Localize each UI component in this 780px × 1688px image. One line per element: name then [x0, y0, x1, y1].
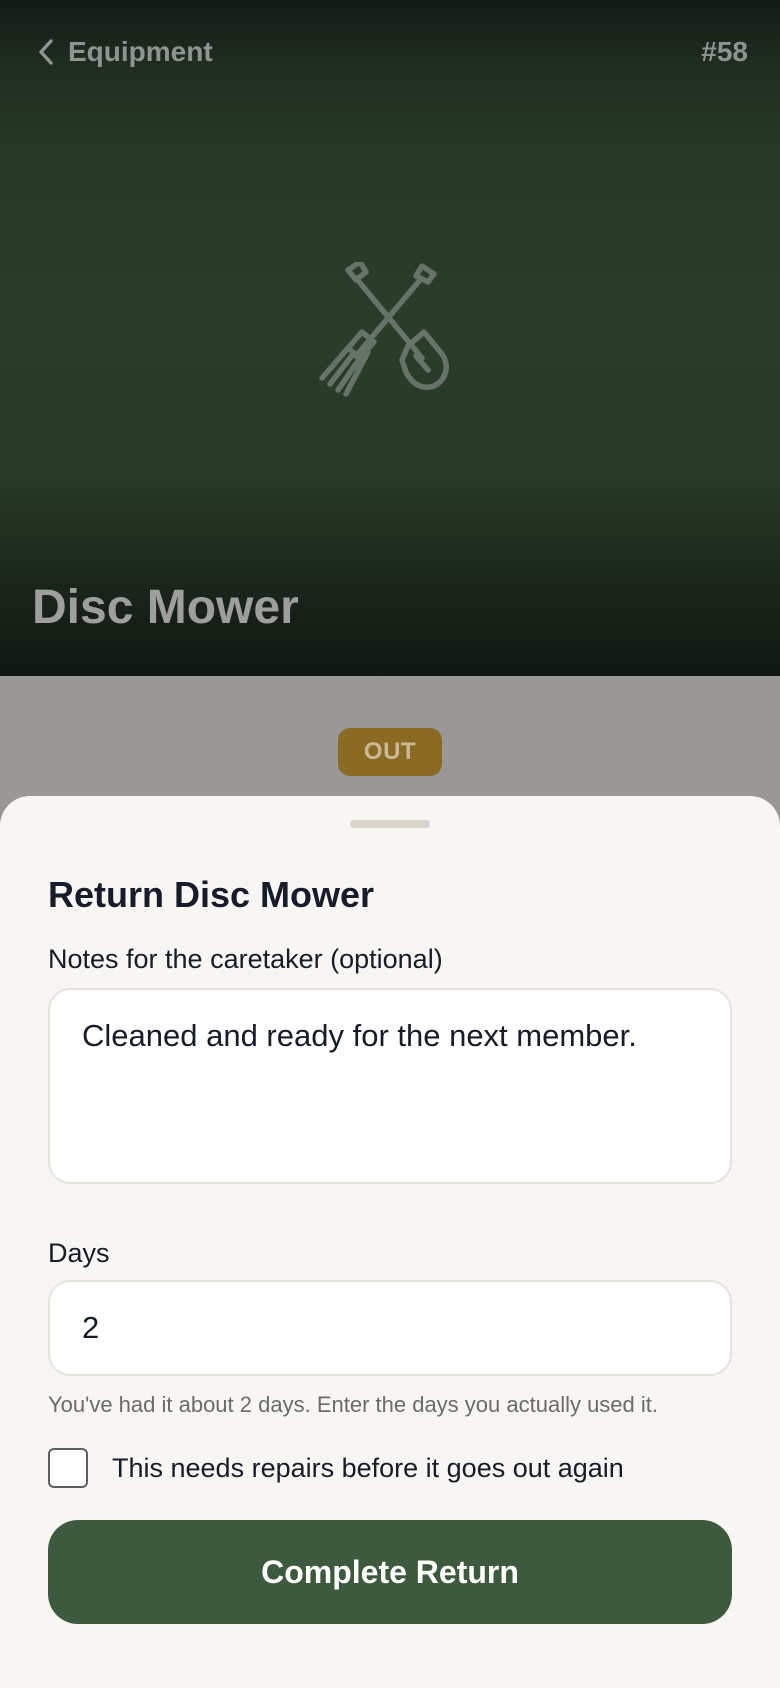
- hero-header: Equipment #58 Disc Mower: [0, 0, 780, 676]
- repairs-checkbox[interactable]: [48, 1448, 88, 1488]
- equipment-detail-screen: Equipment #58 Disc Mower OUT Return Disc…: [0, 0, 780, 1688]
- sheet-title: Return Disc Mower: [48, 874, 375, 915]
- repairs-option[interactable]: This needs repairs before it goes out ag…: [48, 1448, 624, 1488]
- sheet-drag-handle[interactable]: [350, 820, 430, 828]
- status-badge: OUT: [338, 728, 442, 776]
- notes-textarea[interactable]: Cleaned and ready for the next member.: [48, 988, 732, 1184]
- repairs-label: This needs repairs before it goes out ag…: [112, 1452, 624, 1483]
- item-number: #58: [701, 36, 748, 67]
- days-input[interactable]: [48, 1280, 732, 1376]
- days-hint: You've had it about 2 days. Enter the da…: [48, 1392, 659, 1417]
- days-label: Days: [48, 1238, 110, 1268]
- notes-label: Notes for the caretaker (optional): [48, 944, 443, 974]
- equipment-title: Disc Mower: [32, 581, 299, 634]
- back-button[interactable]: Equipment: [36, 30, 213, 74]
- return-bottom-sheet: Return Disc Mower Notes for the caretake…: [0, 796, 780, 1688]
- back-label: Equipment: [68, 36, 213, 67]
- crossed-fork-and-shovel-icon: [316, 259, 466, 412]
- complete-return-button[interactable]: Complete Return: [48, 1520, 732, 1624]
- chevron-left-icon: [36, 38, 56, 66]
